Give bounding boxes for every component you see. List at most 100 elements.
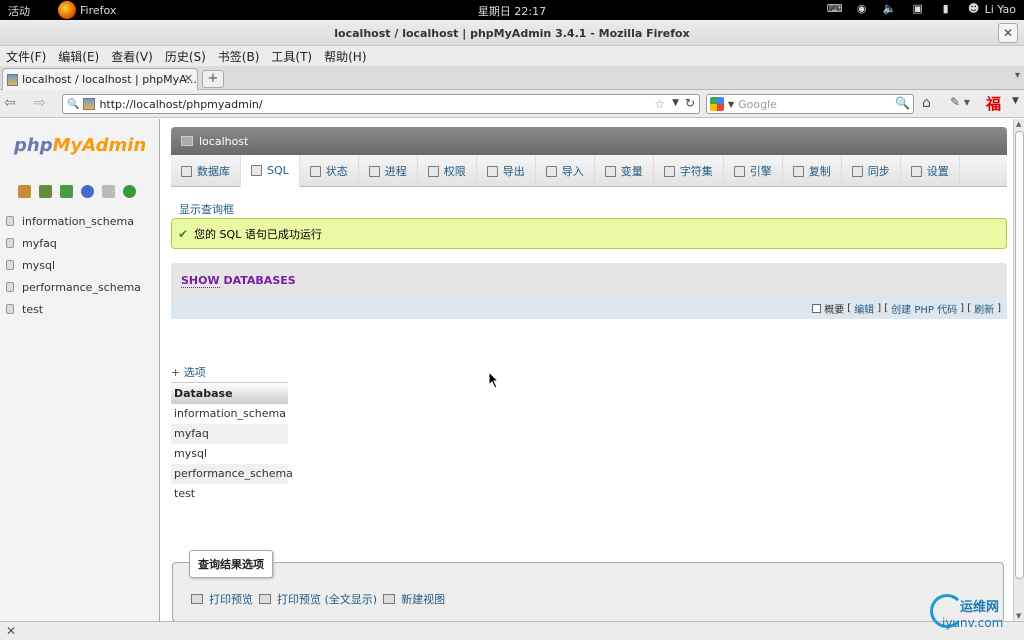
tab-export[interactable]: 导出 bbox=[477, 155, 536, 187]
battery-icon[interactable]: ▮ bbox=[939, 2, 953, 16]
sql-keyword-link[interactable]: SHOW bbox=[181, 274, 220, 288]
site-identity-icon[interactable]: 🔍 bbox=[67, 99, 79, 110]
tab-charsets[interactable]: 字符集 bbox=[654, 155, 724, 187]
person-icon: ☻ bbox=[967, 2, 980, 15]
tab-import[interactable]: 导入 bbox=[536, 155, 595, 187]
navigation-toolbar: ⇦ ⇨ 🔍 http://localhost/phpmyadmin/ ☆ ▼ ↻… bbox=[0, 90, 1024, 118]
edit-link[interactable]: 编辑 bbox=[854, 301, 874, 316]
table-row: myfaq bbox=[171, 424, 288, 444]
refresh-link[interactable]: 刷新 bbox=[974, 301, 994, 316]
engine-icon bbox=[733, 165, 745, 177]
variables-icon bbox=[604, 165, 616, 177]
scrollbar-thumb[interactable] bbox=[1015, 131, 1024, 579]
tab-databases[interactable]: 数据库 bbox=[171, 155, 241, 187]
database-icon bbox=[181, 165, 192, 177]
accessibility-icon[interactable]: ◉ bbox=[855, 2, 869, 16]
reload-icon[interactable]: ↻ bbox=[685, 96, 695, 110]
menu-bookmarks[interactable]: 书签(B) bbox=[218, 48, 260, 65]
docs-icon[interactable] bbox=[102, 185, 115, 198]
sidebar-db-item[interactable]: mysql bbox=[6, 254, 141, 276]
db-name: test bbox=[22, 302, 44, 316]
tab-synchronize[interactable]: 同步 bbox=[842, 155, 901, 187]
home-icon[interactable]: ⌂ bbox=[922, 95, 931, 111]
sidebar-db-item[interactable]: information_schema bbox=[6, 210, 141, 232]
tab-label: 进程 bbox=[384, 165, 407, 178]
extension-icon[interactable]: ✎ ▾ bbox=[950, 95, 970, 109]
tab-sql[interactable]: SQL bbox=[241, 155, 300, 187]
sidebar-db-item[interactable]: performance_schema bbox=[6, 276, 141, 298]
options-link[interactable]: + 选项 bbox=[171, 364, 206, 380]
menu-tools[interactable]: 工具(T) bbox=[271, 48, 312, 65]
google-engine-icon[interactable] bbox=[710, 97, 724, 111]
phpmyadmin-favicon-icon bbox=[83, 98, 96, 110]
gnome-top-bar: 活动 Firefox 星期日 22:17 ⌨ ◉ 🔈 ▣ ▮ ☻ Li Yao bbox=[0, 0, 1024, 20]
list-tabs-icon[interactable]: ▾ bbox=[1015, 70, 1020, 81]
close-tab-icon[interactable]: ✕ bbox=[184, 72, 193, 85]
db-name: myfaq bbox=[22, 236, 57, 250]
tab-replication[interactable]: 复制 bbox=[783, 155, 842, 187]
query-result-options: 查询结果选项 打印预览 打印预览 (全文显示) 新建视图 bbox=[172, 550, 1004, 621]
new-tab-button[interactable]: + bbox=[202, 70, 224, 88]
tab-label: SQL bbox=[267, 163, 289, 177]
query-result-options-legend: 查询结果选项 bbox=[189, 550, 273, 578]
tab-privileges[interactable]: 权限 bbox=[418, 155, 477, 187]
menu-history[interactable]: 历史(S) bbox=[165, 48, 206, 65]
network-icon[interactable]: ▣ bbox=[911, 2, 925, 16]
url-history-dropdown-icon[interactable]: ▼ bbox=[672, 98, 679, 108]
import-icon bbox=[545, 165, 557, 177]
volume-icon[interactable]: 🔈 bbox=[883, 2, 897, 16]
menu-view[interactable]: 查看(V) bbox=[111, 48, 153, 65]
db-name: mysql bbox=[22, 258, 55, 272]
tab-processes[interactable]: 进程 bbox=[359, 155, 418, 187]
print-view-full-link[interactable]: 打印预览 (全文显示) bbox=[277, 591, 377, 607]
sidebar-db-item[interactable]: myfaq bbox=[6, 232, 141, 254]
query-window-icon[interactable] bbox=[39, 185, 52, 198]
forward-icon[interactable]: ⇨ bbox=[34, 95, 46, 111]
browser-tab[interactable]: localhost / localhost | phpMyA... ✕ bbox=[2, 68, 198, 90]
exit-icon[interactable] bbox=[60, 185, 73, 198]
url-bar[interactable]: 🔍 http://localhost/phpmyadmin/ ☆ ▼ ↻ bbox=[62, 94, 700, 114]
tab-variables[interactable]: 变量 bbox=[595, 155, 654, 187]
create-php-code-link[interactable]: 创建 PHP 代码 bbox=[891, 301, 957, 316]
menu-file[interactable]: 文件(F) bbox=[6, 48, 46, 65]
tab-label: 设置 bbox=[926, 165, 949, 178]
profiling-checkbox[interactable] bbox=[812, 303, 822, 313]
print-view-link[interactable]: 打印预览 bbox=[209, 591, 253, 607]
back-icon[interactable]: ⇦ bbox=[4, 95, 16, 111]
fu-addon-icon[interactable]: 福 bbox=[986, 93, 1001, 114]
engine-dropdown-icon[interactable]: ▼ bbox=[728, 100, 734, 109]
sidebar-db-item[interactable]: test bbox=[6, 298, 141, 320]
help-icon[interactable] bbox=[81, 185, 94, 198]
menu-help[interactable]: 帮助(H) bbox=[324, 48, 366, 65]
search-icon[interactable]: 🔍 bbox=[895, 96, 910, 110]
pma-main-panel: localhost 数据库 SQL 状态 进程 权限 导出 导入 变量 字符集 … bbox=[161, 119, 1013, 621]
phpmyadmin-logo[interactable]: phpMyAdmin bbox=[14, 135, 146, 156]
bookmark-star-icon[interactable]: ☆ bbox=[654, 97, 665, 111]
create-view-link[interactable]: 新建视图 bbox=[401, 591, 445, 607]
db-name: information_schema bbox=[22, 214, 134, 228]
server-name[interactable]: localhost bbox=[199, 135, 248, 148]
toolbar-menu-icon[interactable]: ▼ bbox=[1012, 96, 1019, 106]
user-icon[interactable]: ☻ Li Yao bbox=[967, 2, 1016, 16]
search-bar[interactable]: ▼ Google 🔍 bbox=[706, 94, 914, 114]
url-text[interactable]: http://localhost/phpmyadmin/ bbox=[99, 98, 262, 111]
tab-status[interactable]: 状态 bbox=[300, 155, 359, 187]
menu-edit[interactable]: 编辑(E) bbox=[58, 48, 99, 65]
close-window-icon[interactable]: ✕ bbox=[998, 23, 1018, 43]
table-row: information_schema bbox=[174, 407, 286, 420]
keyboard-icon[interactable]: ⌨ bbox=[827, 2, 843, 16]
home-icon[interactable] bbox=[18, 185, 31, 198]
reload-navigation-icon[interactable] bbox=[123, 185, 136, 198]
vertical-scrollbar[interactable]: ▲ ▼ bbox=[1013, 119, 1024, 621]
tab-settings[interactable]: 设置 bbox=[901, 155, 960, 187]
close-addon-bar-icon[interactable]: ✕ bbox=[6, 624, 16, 638]
tab-engines[interactable]: 引擎 bbox=[724, 155, 783, 187]
server-icon bbox=[181, 136, 193, 146]
system-tray: ⌨ ◉ 🔈 ▣ ▮ ☻ Li Yao bbox=[827, 2, 1016, 16]
results-header[interactable]: Database bbox=[171, 382, 288, 404]
watermark-logo: 运维网 iyunv.com bbox=[930, 590, 1024, 634]
tab-label: 变量 bbox=[620, 165, 643, 178]
database-icon bbox=[6, 238, 14, 248]
scroll-up-icon[interactable]: ▲ bbox=[1016, 120, 1021, 128]
show-query-box-link[interactable]: 显示查询框 bbox=[179, 201, 234, 217]
